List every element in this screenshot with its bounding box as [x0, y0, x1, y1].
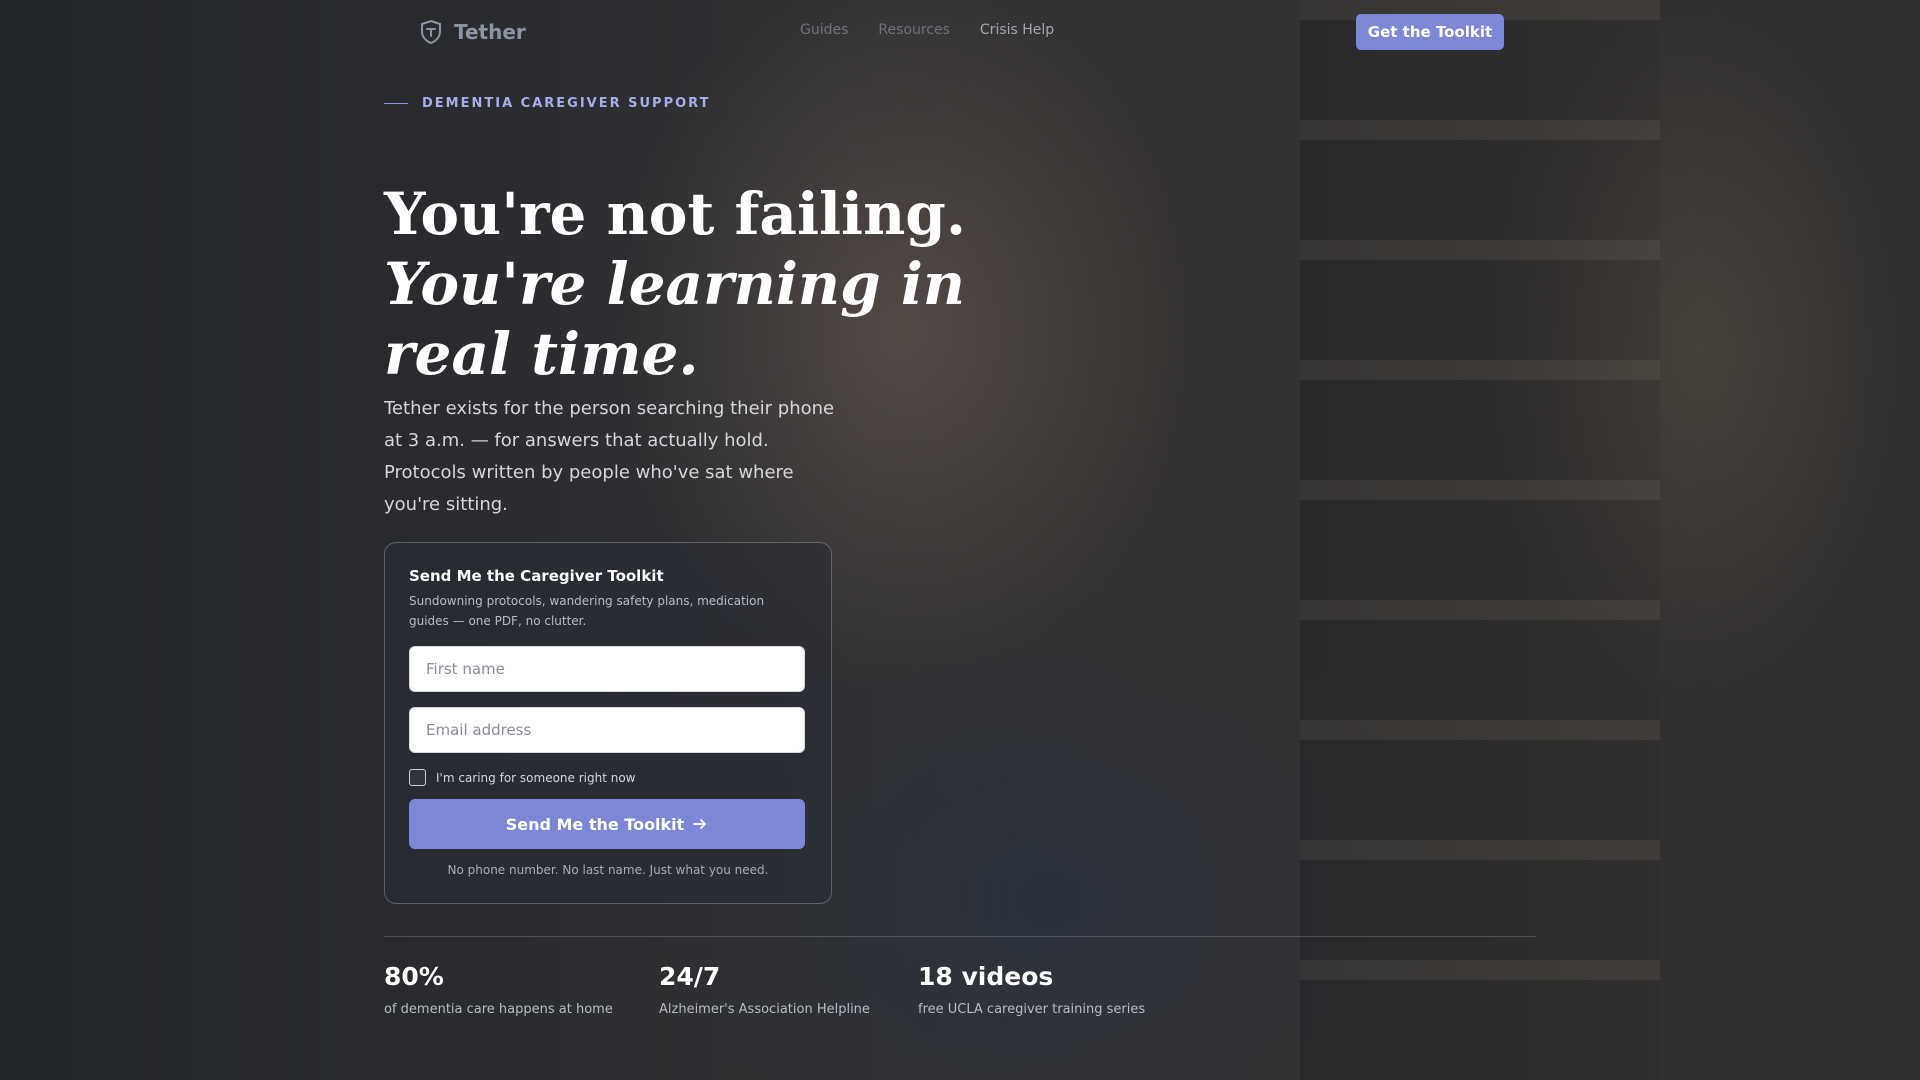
caring-now-option[interactable]: I'm caring for someone right now	[409, 769, 636, 786]
form-footnote: No phone number. No last name. Just what…	[447, 863, 769, 877]
stat-label: free UCLA caregiver training series	[918, 1002, 1146, 1017]
stat-label: of dementia care happens at home	[384, 1002, 613, 1017]
email-input[interactable]	[409, 707, 805, 753]
main-nav: Guides Resources Crisis Help	[800, 22, 1054, 38]
nav-link-resources[interactable]: Resources	[878, 22, 950, 38]
brand-logo[interactable]: Tether	[418, 19, 526, 45]
arrow-right-icon	[693, 819, 707, 829]
eyebrow-text: DEMENTIA CAREGIVER SUPPORT	[422, 96, 711, 111]
shield-icon	[421, 19, 441, 45]
form-subtitle: Sundowning protocols, wandering safety p…	[409, 594, 765, 628]
site-header: Tether Guides Resources Crisis Help Get …	[0, 0, 1920, 64]
stats-divider	[384, 936, 1536, 937]
background-overlay	[0, 0, 1920, 1080]
stat-helpline: 24/7 Alzheimer's Association Helpline	[659, 962, 870, 1017]
send-toolkit-label: Send Me the Toolkit	[505, 814, 685, 834]
headline-line-1: You're not failing.	[384, 179, 967, 248]
hero-headline: You're not failing. You're learning in r…	[384, 179, 1024, 389]
first-name-input[interactable]	[409, 646, 805, 692]
stat-value: 24/7	[659, 962, 721, 991]
hero-eyebrow: DEMENTIA CAREGIVER SUPPORT	[384, 96, 710, 111]
caring-now-checkbox[interactable]	[409, 769, 426, 786]
form-title: Send Me the Caregiver Toolkit	[409, 567, 664, 585]
headline-line-2: You're learning in real time.	[384, 249, 966, 388]
nav-link-guides[interactable]: Guides	[800, 22, 848, 38]
stat-label: Alzheimer's Association Helpline	[659, 1002, 870, 1017]
hero-lead: Tether exists for the person searching t…	[384, 398, 835, 515]
send-toolkit-button[interactable]: Send Me the Toolkit	[409, 799, 805, 849]
eyebrow-rule	[384, 103, 408, 104]
brand-name: Tether	[454, 20, 526, 44]
get-toolkit-button[interactable]: Get the Toolkit	[1356, 14, 1504, 50]
stat-home-care: 80% of dementia care happens at home	[384, 962, 613, 1017]
stat-value: 18 videos	[918, 962, 1054, 991]
stat-videos: 18 videos free UCLA caregiver training s…	[918, 962, 1145, 1017]
nav-link-crisis-help[interactable]: Crisis Help	[980, 22, 1054, 38]
caring-now-label: I'm caring for someone right now	[436, 770, 636, 785]
stat-value: 80%	[384, 962, 444, 991]
toolkit-signup-form: Send Me the Caregiver Toolkit Sundowning…	[384, 542, 832, 904]
